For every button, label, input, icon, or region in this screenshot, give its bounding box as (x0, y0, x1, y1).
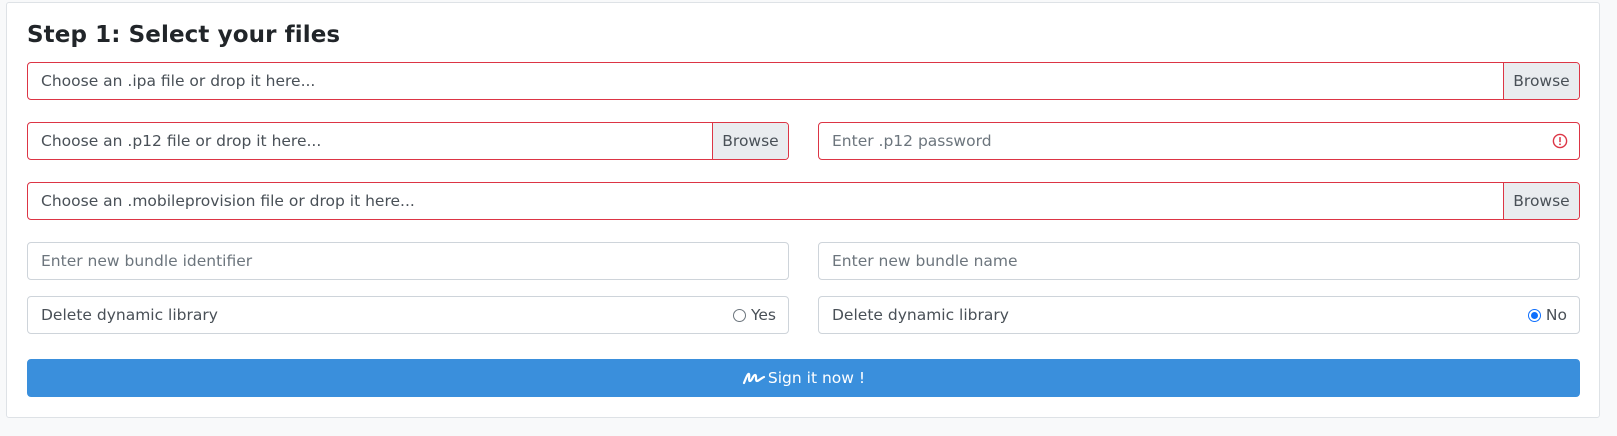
page-title: Step 1: Select your files (27, 22, 341, 48)
signature-icon (742, 372, 766, 385)
delete-dylib-yes-group: Delete dynamic library Yes (27, 296, 789, 334)
sign-it-now-button[interactable]: Sign it now ! (27, 359, 1580, 397)
exclamation-circle-icon (1552, 133, 1568, 149)
ipa-file-input[interactable]: Choose an .ipa file or drop it here... B… (27, 62, 1580, 100)
p12-file-input[interactable]: Choose an .p12 file or drop it here... B… (27, 122, 789, 160)
p12-password-placeholder: Enter .p12 password (832, 132, 992, 150)
yes-radio-label: Yes (750, 306, 776, 324)
mobileprovision-file-placeholder: Choose an .mobileprovision file or drop … (41, 192, 415, 210)
mobileprovision-file-input[interactable]: Choose an .mobileprovision file or drop … (27, 182, 1580, 220)
bundle-name-placeholder: Enter new bundle name (832, 252, 1018, 270)
sign-button-label: Sign it now ! (767, 369, 866, 387)
yes-radio[interactable] (732, 308, 746, 322)
delete-dylib-yes-option[interactable]: Yes (732, 297, 776, 333)
ipa-browse-button[interactable]: Browse (1503, 63, 1579, 99)
delete-dylib-no-option[interactable]: No (1527, 297, 1567, 333)
mobileprovision-browse-button[interactable]: Browse (1503, 183, 1579, 219)
no-radio-label: No (1545, 306, 1567, 324)
p12-password-field[interactable]: Enter .p12 password (818, 122, 1580, 160)
ipa-file-placeholder: Choose an .ipa file or drop it here... (41, 72, 316, 90)
bundle-identifier-placeholder: Enter new bundle identifier (41, 252, 253, 270)
p12-browse-button[interactable]: Browse (712, 123, 788, 159)
no-radio[interactable] (1527, 308, 1541, 322)
delete-dylib-yes-label: Delete dynamic library (41, 306, 218, 324)
delete-dylib-no-group: Delete dynamic library No (818, 296, 1580, 334)
p12-file-placeholder: Choose an .p12 file or drop it here... (41, 132, 322, 150)
bundle-name-input[interactable]: Enter new bundle name (818, 242, 1580, 280)
bundle-identifier-input[interactable]: Enter new bundle identifier (27, 242, 789, 280)
delete-dylib-no-label: Delete dynamic library (832, 306, 1009, 324)
